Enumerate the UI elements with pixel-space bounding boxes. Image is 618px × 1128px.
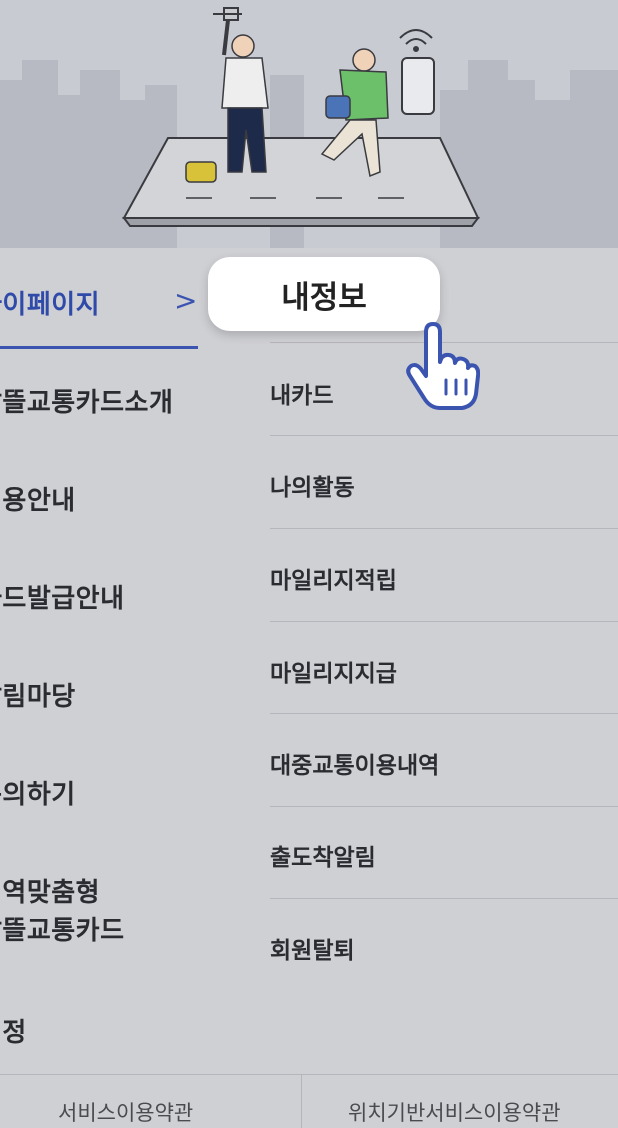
- footer: 서비스이용약관 위치기반서비스이용약관: [0, 1074, 618, 1128]
- terms-of-service-link[interactable]: 서비스이용약관: [58, 1097, 193, 1127]
- divider: [270, 713, 618, 714]
- hero-illustration: [0, 0, 618, 248]
- menu-item-regional-card[interactable]: 지역맞춤형: [0, 872, 100, 909]
- footer-divider: [301, 1075, 302, 1128]
- location-terms-link[interactable]: 위치기반서비스이용약관: [348, 1097, 561, 1127]
- menu-item-inquiry[interactable]: 문의하기: [0, 774, 76, 811]
- divider: [270, 528, 618, 529]
- city-commuters-illustration: [0, 7, 618, 248]
- divider: [270, 806, 618, 807]
- submenu-item-arrival-alert[interactable]: 출도착알림: [270, 838, 618, 872]
- menu-item-settings[interactable]: 설정: [0, 1012, 27, 1049]
- divider: [270, 621, 618, 622]
- menu-item-mypage[interactable]: 마이페이지: [0, 284, 100, 321]
- menu-item-card-issue[interactable]: 카드발급안내: [0, 578, 125, 615]
- active-indicator: [0, 346, 198, 349]
- side-menu: 마이페이지 > 알뜰교통카드소개 이용안내 카드발급안내 알림마당 문의하기 지…: [0, 248, 618, 1074]
- chevron-right-icon: >: [174, 284, 198, 317]
- submenu-item-mileage-payout[interactable]: 마일리지지급: [270, 654, 618, 688]
- divider: [270, 898, 618, 899]
- left-menu: 마이페이지 > 알뜰교통카드소개 이용안내 카드발급안내 알림마당 문의하기 지…: [0, 248, 240, 1074]
- menu-item-regional-card-line2[interactable]: 알뜰교통카드: [0, 910, 125, 947]
- menu-item-usage-guide[interactable]: 이용안내: [0, 480, 76, 517]
- menu-item-card-intro[interactable]: 알뜰교통카드소개: [0, 382, 173, 419]
- submenu-item-mileage-earn[interactable]: 마일리지적립: [270, 561, 618, 595]
- submenu-item-withdraw[interactable]: 회원탈퇴: [270, 931, 618, 965]
- menu-item-notices[interactable]: 알림마당: [0, 676, 76, 713]
- wifi-signal-icon: [399, 29, 433, 52]
- submenu-item-my-activity[interactable]: 나의활동: [270, 468, 618, 502]
- pointing-hand-icon: [406, 322, 480, 410]
- submenu-item-my-info-label: 내정보: [281, 279, 367, 316]
- submenu-item-transit-history[interactable]: 대중교통이용내역: [270, 746, 618, 780]
- divider: [270, 435, 618, 436]
